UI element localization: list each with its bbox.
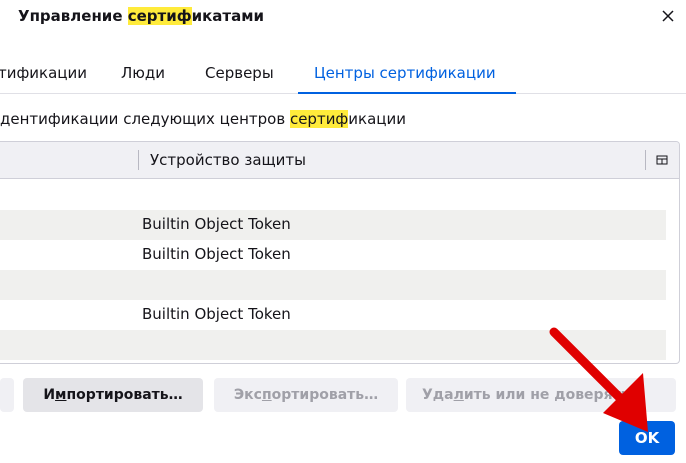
certificate-manager-dialog: Управление сертификатами тификации Люди … — [0, 0, 686, 463]
description-text: дентификации следующих центров сертифика… — [0, 110, 406, 128]
annotation-arrow-icon — [549, 327, 648, 432]
view-button-partial[interactable] — [0, 378, 14, 412]
import-button[interactable]: Им портировать… — [23, 378, 203, 412]
close-icon — [662, 10, 674, 22]
tree-header: Устройство защиты — [0, 142, 679, 179]
title-bar: Управление сертификатами — [0, 0, 686, 36]
cell-security-device: Builtin Object Token — [142, 245, 291, 263]
column-separator[interactable] — [138, 150, 139, 170]
tab-your-certificates[interactable]: тификации — [0, 64, 87, 82]
tab-people[interactable]: Люди — [121, 64, 165, 82]
export-button[interactable]: Экс п ортировать… — [214, 378, 398, 412]
cell-security-device: Builtin Object Token — [142, 305, 291, 323]
cell-security-device: Builtin Object Token — [142, 215, 291, 233]
close-button[interactable] — [656, 4, 680, 28]
tab-servers[interactable]: Серверы — [205, 64, 274, 82]
tab-authorities[interactable]: Центры сертификации — [314, 64, 496, 82]
table-row[interactable]: Builtin Object Token — [0, 240, 666, 270]
table-row[interactable]: Builtin Object Token — [0, 210, 666, 240]
column-separator[interactable] — [645, 150, 646, 170]
tab-bar: тификации Люди Серверы Центры сертификац… — [0, 52, 686, 94]
column-picker-icon[interactable] — [655, 153, 669, 167]
selected-tab-indicator — [298, 92, 516, 94]
title-search-highlight: сертиф — [127, 7, 192, 25]
table-row[interactable] — [0, 270, 666, 300]
table-row[interactable] — [0, 180, 666, 210]
dialog-title: Управление сертификатами — [18, 7, 265, 25]
description-search-highlight: сертиф — [289, 110, 349, 128]
column-header-security-device[interactable]: Устройство защиты — [150, 151, 306, 169]
